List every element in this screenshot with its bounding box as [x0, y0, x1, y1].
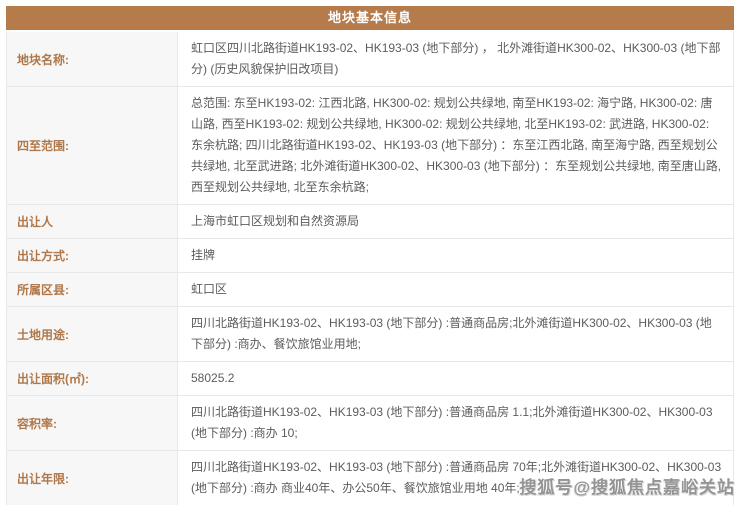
row-label: 容积率: [7, 396, 178, 450]
row-value: 挂牌 [178, 239, 733, 272]
row-value: 四川北路街道HK193-02、HK193-03 (地下部分) :普通商品房 1.… [178, 396, 733, 450]
row-label: 出让人 [7, 205, 178, 238]
row-label: 所属区县: [7, 273, 178, 306]
row-label: 四至范围: [7, 87, 178, 204]
table-row: 容积率: 四川北路街道HK193-02、HK193-03 (地下部分) :普通商… [7, 396, 733, 451]
row-value-text: 挂牌 [191, 245, 723, 266]
row-label: 出让方式: [7, 239, 178, 272]
table-title: 地块基本信息 [6, 6, 734, 30]
row-value: 四川北路街道HK193-02、HK193-03 (地下部分) :普通商品房;北外… [178, 307, 733, 361]
row-value-text: 虹口区 [191, 279, 723, 300]
table-row: 出让方式: 挂牌 [7, 239, 733, 273]
table-row: 土地用途: 四川北路街道HK193-02、HK193-03 (地下部分) :普通… [7, 307, 733, 362]
land-info-table: 地块基本信息 地块名称: 虹口区四川北路街道HK193-02、HK193-03 … [6, 6, 734, 505]
row-value-text: 虹口区四川北路街道HK193-02、HK193-03 (地下部分) ， 北外滩街… [191, 38, 723, 80]
table-row: 出让人 上海市虹口区规划和自然资源局 [7, 205, 733, 239]
table-row: 四至范围: 总范围: 东至HK193-02: 江西北路, HK300-02: 规… [7, 87, 733, 205]
row-value: 总范围: 东至HK193-02: 江西北路, HK300-02: 规划公共绿地,… [178, 87, 733, 204]
row-value-text: 上海市虹口区规划和自然资源局 [191, 211, 723, 232]
row-value: 上海市虹口区规划和自然资源局 [178, 205, 733, 238]
table-body: 地块名称: 虹口区四川北路街道HK193-02、HK193-03 (地下部分) … [6, 30, 734, 505]
page: 地块基本信息 地块名称: 虹口区四川北路街道HK193-02、HK193-03 … [0, 0, 740, 505]
row-label: 出让面积(㎡): [7, 362, 178, 395]
row-label: 地块名称: [7, 32, 178, 86]
watermark-sohu: 搜狐号@搜狐焦点嘉峪关站 [519, 473, 735, 498]
row-value-text: 58025.2 [191, 368, 723, 389]
row-value: 虹口区四川北路街道HK193-02、HK193-03 (地下部分) ， 北外滩街… [178, 32, 733, 86]
table-row: 出让面积(㎡): 58025.2 [7, 362, 733, 396]
row-label: 出让年限: [7, 451, 178, 505]
row-value-text: 四川北路街道HK193-02、HK193-03 (地下部分) :普通商品房;北外… [191, 313, 723, 355]
table-row: 地块名称: 虹口区四川北路街道HK193-02、HK193-03 (地下部分) … [7, 32, 733, 87]
row-value: 虹口区 [178, 273, 733, 306]
row-label: 土地用途: [7, 307, 178, 361]
row-value-text: 四川北路街道HK193-02、HK193-03 (地下部分) :普通商品房 1.… [191, 402, 723, 444]
table-row: 所属区县: 虹口区 [7, 273, 733, 307]
row-value: 58025.2 [178, 362, 733, 395]
row-value-text: 总范围: 东至HK193-02: 江西北路, HK300-02: 规划公共绿地,… [191, 93, 723, 198]
